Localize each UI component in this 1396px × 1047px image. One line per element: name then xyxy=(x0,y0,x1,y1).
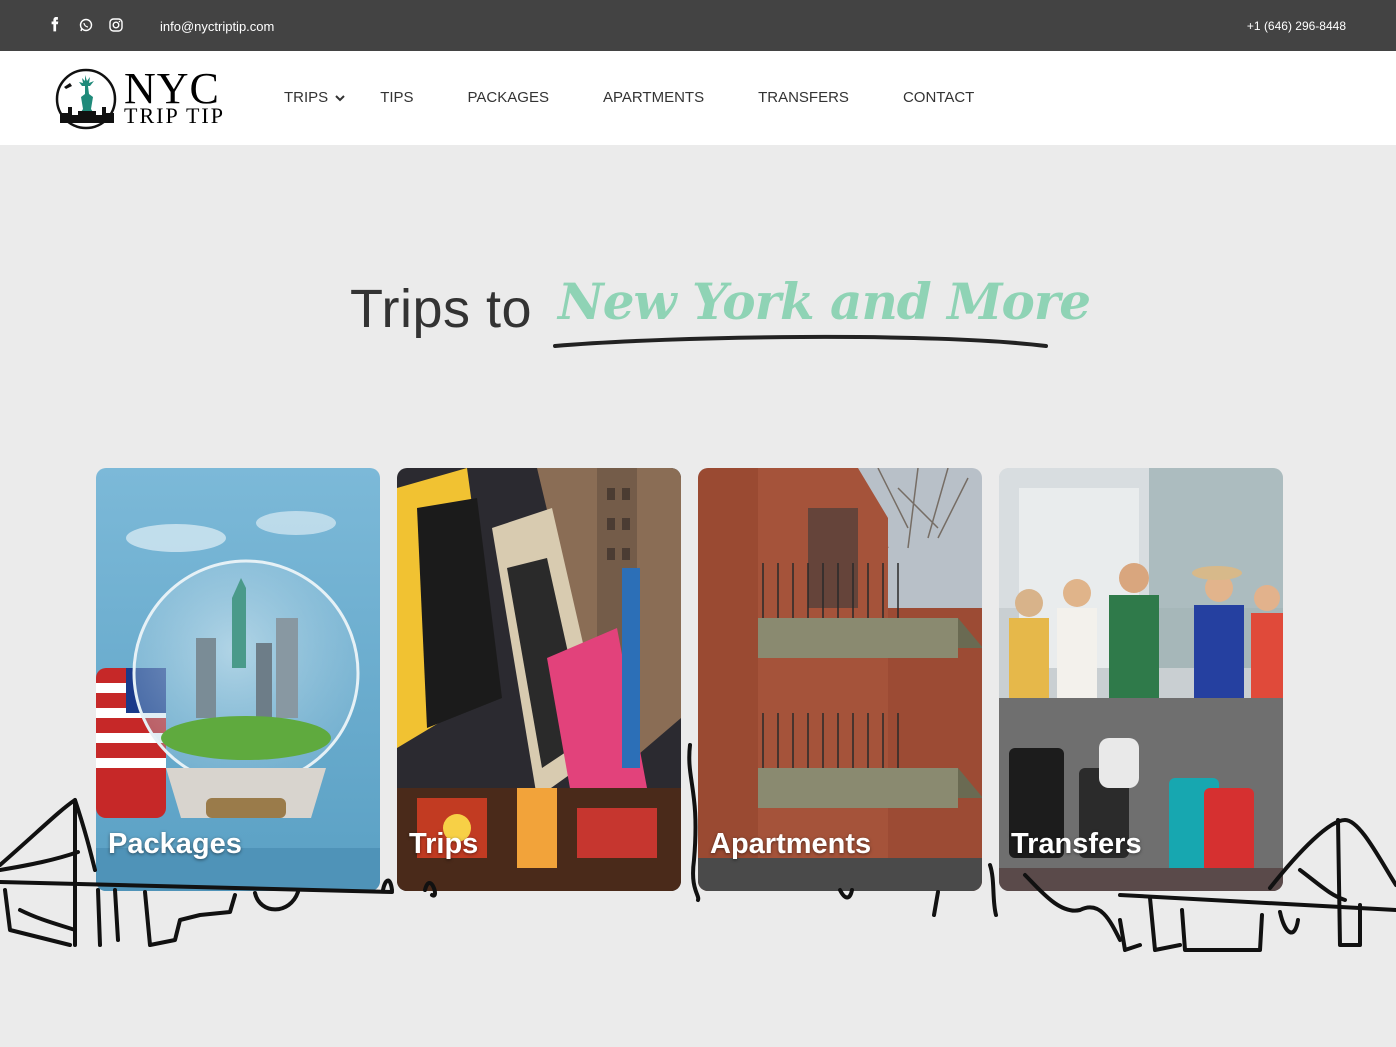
hero-underline-decoration xyxy=(553,334,1048,348)
nav-item-label: TRANSFERS xyxy=(758,89,849,106)
hero-title-plain: Trips to xyxy=(350,279,533,339)
nav-item-packages[interactable]: PACKAGES xyxy=(468,89,549,106)
card-apartments[interactable]: Apartments xyxy=(698,468,982,891)
nav-item-label: TIPS xyxy=(380,89,414,106)
nav-item-transfers[interactable]: TRANSFERS xyxy=(758,89,849,106)
nav-item-apartments[interactable]: APARTMENTS xyxy=(603,89,704,106)
card-transfers[interactable]: Transfers xyxy=(999,468,1283,891)
card-packages[interactable]: Packages xyxy=(96,468,380,891)
whatsapp-icon[interactable] xyxy=(78,17,94,33)
phone-link[interactable]: +1 (646) 296-8448 xyxy=(1247,19,1346,33)
nav-item-tips[interactable]: TIPS xyxy=(380,89,413,106)
nav-item-trips[interactable]: TRIPS xyxy=(284,89,346,106)
card-label: Apartments xyxy=(710,828,872,860)
nav-item-label: APARTMENTS xyxy=(602,89,705,106)
card-label: Packages xyxy=(108,828,242,860)
top-bar: info@nyctriptip.com +1 (646) 296-8448 xyxy=(0,0,1396,51)
card-label: Transfers xyxy=(1011,828,1142,860)
facebook-icon[interactable] xyxy=(48,17,64,33)
site-logo[interactable]: NYC TRIP TIP xyxy=(54,67,226,131)
email-link[interactable]: info@nyctriptip.com xyxy=(160,19,274,34)
instagram-icon[interactable] xyxy=(108,17,124,33)
nav-item-label: TRIPS xyxy=(284,89,329,106)
hero-title-script: New York and More xyxy=(558,272,1091,331)
chevron-down-icon xyxy=(335,94,345,101)
statue-of-liberty-logo-icon xyxy=(55,68,117,130)
social-links xyxy=(48,17,124,33)
primary-nav: TRIPS TIPS PACKAGES APARTMENTS TRANSFERS… xyxy=(284,89,974,106)
card-trips[interactable]: Trips xyxy=(397,468,681,891)
nav-item-label: PACKAGES xyxy=(467,89,549,106)
main-navbar: NYC TRIP TIP TRIPS TIPS PACKAGES APARTME… xyxy=(0,51,1396,145)
logo-triptip-text: TRIP TIP xyxy=(124,103,225,128)
card-label: Trips xyxy=(409,828,479,860)
nav-item-label: CONTACT xyxy=(902,89,975,106)
nav-item-contact[interactable]: CONTACT xyxy=(903,89,974,106)
